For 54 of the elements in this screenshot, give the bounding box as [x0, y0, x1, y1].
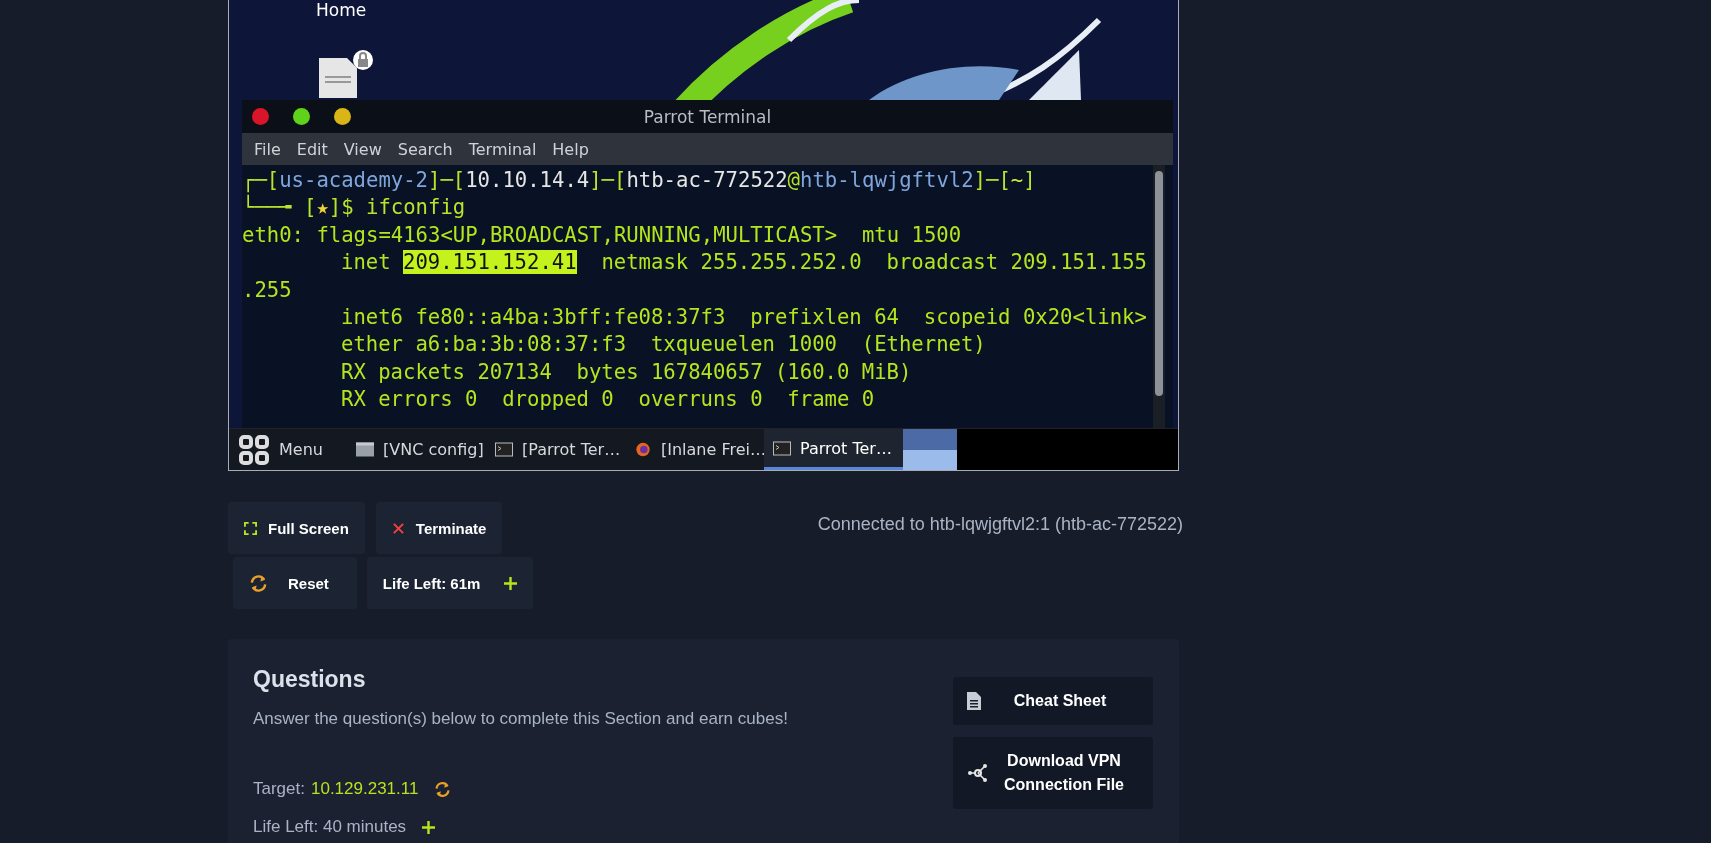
terminal-icon: [773, 440, 791, 456]
life-left-label: Life Left: 40 minutes: [253, 817, 407, 837]
workspace-pager[interactable]: [903, 429, 957, 470]
menu-item[interactable]: Search: [389, 139, 461, 159]
close-icon: [391, 521, 405, 535]
menu-item[interactable]: View: [335, 139, 390, 159]
terminal-line: ether a6:ba:3b:08:37:f3 txqueuelen 1000 (Ethernet): [340, 331, 987, 359]
grid-icon: [238, 433, 270, 466]
section-title: Questions: [253, 666, 367, 693]
terminal-line: └──╼ [★]$ ifconfig: [242, 194, 467, 222]
connection-status: Connected to htb-lqwjgftvl2:1 (htb-ac-772522): [817, 513, 1183, 535]
taskbar-item[interactable]: [VNC config]: [347, 429, 486, 470]
terminal-icon: [495, 442, 513, 457]
cheat-sheet-button[interactable]: Cheat Sheet: [953, 677, 1153, 725]
document-icon: [967, 692, 981, 710]
window-title: Parrot Terminal: [643, 106, 772, 127]
menu-button[interactable]: Menu: [229, 429, 347, 470]
life-left-label: Life Left: 61m: [382, 574, 481, 592]
section-description: Answer the question(s) below to complete this Section and earn cubes!: [253, 709, 788, 729]
fullscreen-icon: [244, 521, 257, 535]
taskbar-item[interactable]: Parrot Ter…: [764, 429, 903, 470]
scrollbar[interactable]: [1153, 165, 1165, 428]
terminate-button[interactable]: Terminate: [375, 502, 503, 554]
taskbar-item[interactable]: [Inlane Frei…: [625, 429, 764, 470]
minimize-icon[interactable]: [334, 108, 351, 125]
fullscreen-button[interactable]: Full Screen: [228, 502, 365, 554]
terminal-line: ┌─[us-academy-2]─[10.10.14.4]─[htb-ac-772522@htb-lqwjgftvl2]─[~]: [242, 167, 1037, 194]
menu-item[interactable]: Help: [544, 139, 597, 159]
refresh-icon[interactable]: [434, 780, 452, 798]
plus-icon[interactable]: [504, 576, 518, 590]
window-icon: [356, 442, 374, 457]
target-label: Target:: [253, 779, 305, 799]
browser-icon: [634, 442, 652, 457]
close-icon[interactable]: [252, 108, 269, 125]
remote-desktop-screen[interactable]: [228, 0, 1179, 471]
terminal-line: inet 209.151.152.41 netmask 255.255.252.0 broadcast 209.151.155: [340, 249, 1148, 277]
menu-item[interactable]: Edit: [288, 139, 336, 159]
target-ip: 10.129.231.11: [311, 779, 419, 799]
menu-item[interactable]: File: [246, 139, 289, 159]
terminal-line: inet6 fe80::a4ba:3bff:fe08:37f3 prefixlen 64 scopeid 0x20<link>: [340, 303, 1148, 331]
terminal-line: .255: [242, 276, 293, 304]
locked-file-icon[interactable]: [317, 50, 373, 98]
plus-icon[interactable]: [422, 820, 436, 834]
terminal-line: RX packets 207134 bytes 167840657 (160.0 MiB): [340, 358, 913, 386]
maximize-icon[interactable]: [293, 108, 310, 125]
taskbar-item[interactable]: [Parrot Ter…: [486, 429, 625, 470]
desktop-icon-label[interactable]: Home: [316, 0, 367, 20]
download-vpn-button[interactable]: Download VPN Connection File: [953, 737, 1153, 809]
reset-button[interactable]: Reset: [233, 557, 357, 609]
network-icon: [967, 762, 989, 784]
terminal-line: eth0: flags=4163<UP,BROADCAST,RUNNING,MULTICAST> mtu 1500: [242, 221, 963, 249]
menu-item[interactable]: Terminal: [460, 139, 545, 159]
refresh-icon: [249, 573, 268, 593]
terminal-line: RX errors 0 dropped 0 overruns 0 frame 0: [340, 386, 876, 414]
